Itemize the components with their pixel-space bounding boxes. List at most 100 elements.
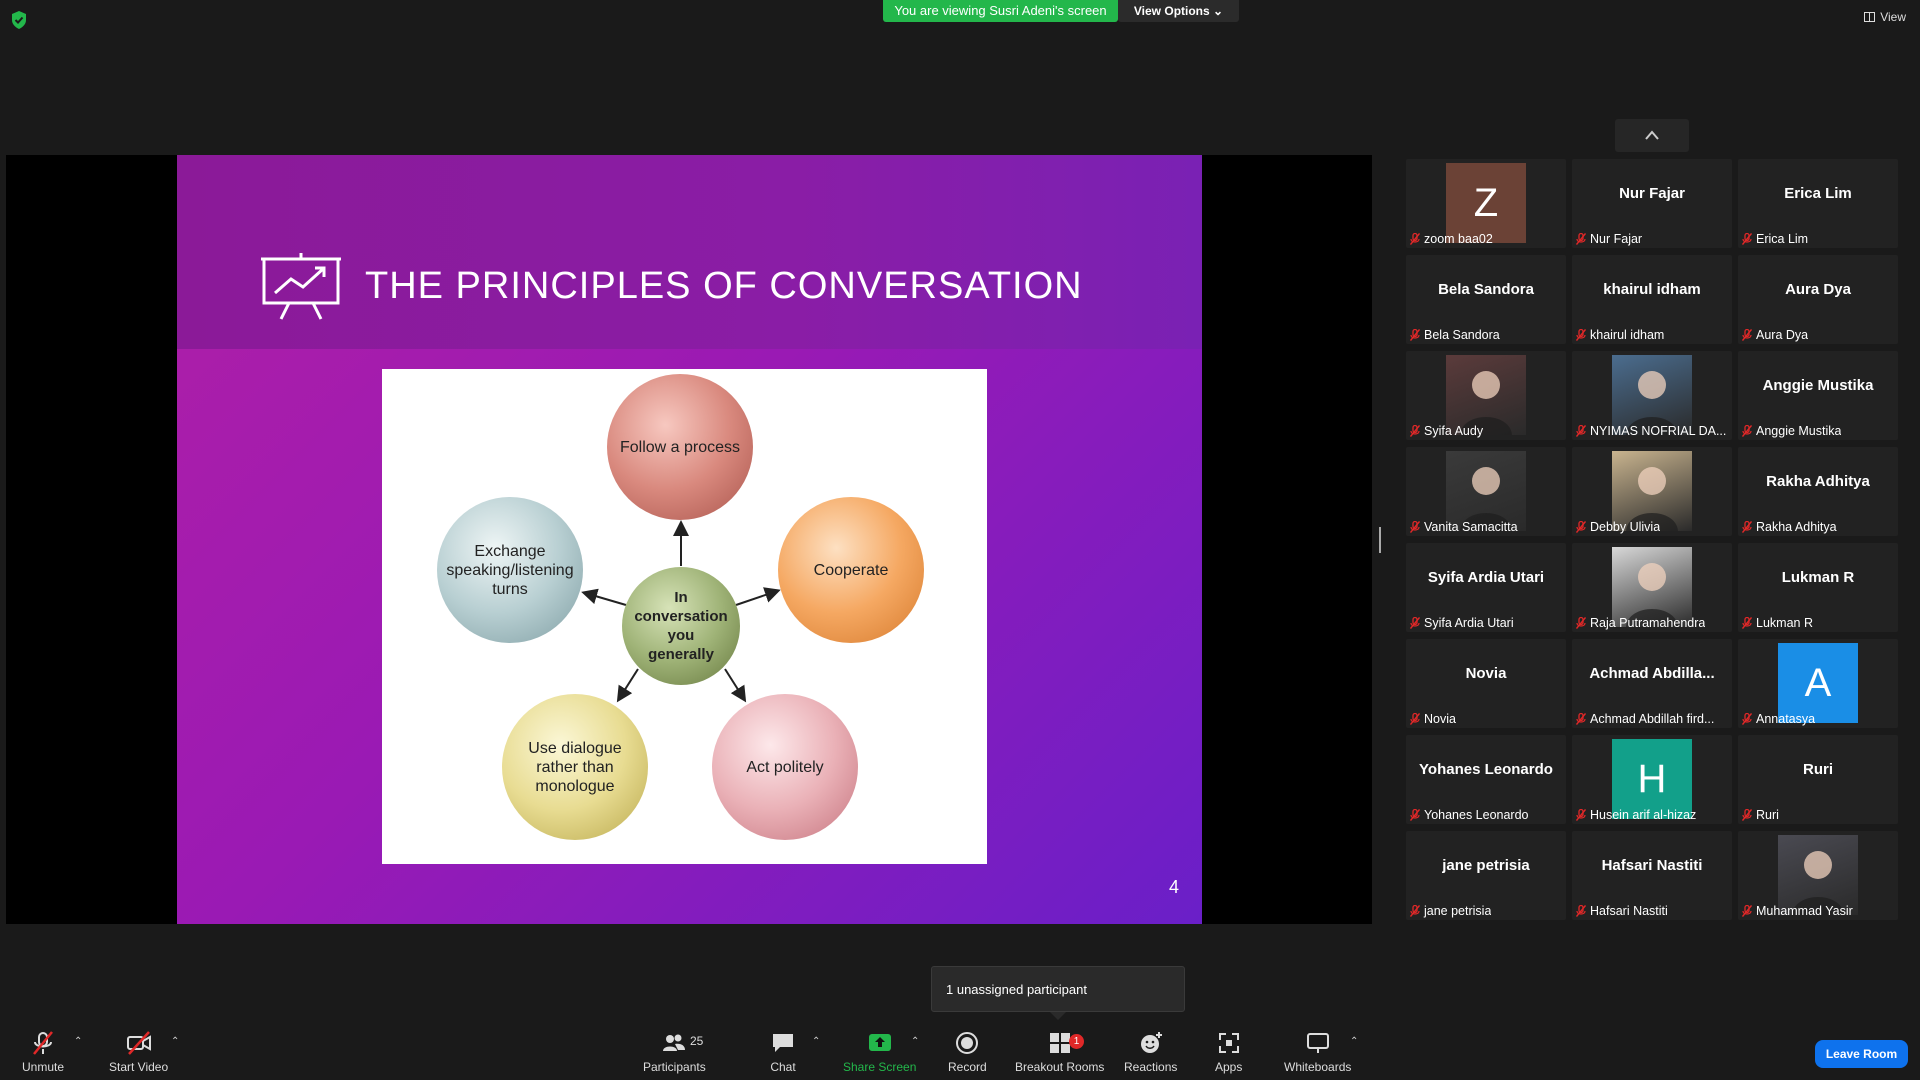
participant-tile[interactable]: H Husein arif al-hizaz	[1572, 735, 1732, 824]
participant-display-name: jane petrisia	[1442, 857, 1530, 874]
participant-tile[interactable]: Bela Sandora Bela Sandora	[1406, 255, 1566, 344]
share-screen-button[interactable]: Share Screen	[843, 1030, 916, 1074]
mic-muted-icon	[1742, 233, 1752, 245]
participant-display-name: Yohanes Leonardo	[1419, 761, 1553, 778]
act-politely-circle: Act politely	[712, 694, 858, 840]
gallery-page-up-button[interactable]	[1615, 119, 1689, 152]
chat-options-caret[interactable]: ⌃	[812, 1036, 820, 1047]
participant-tile[interactable]: jane petrisia jane petrisia	[1406, 831, 1566, 920]
apps-button[interactable]: Apps	[1215, 1030, 1242, 1074]
participant-tile[interactable]: NYIMAS NOFRIAL DA...	[1572, 351, 1732, 440]
record-icon	[956, 1032, 979, 1054]
record-button[interactable]: Record	[948, 1030, 987, 1074]
participant-name-label: zoom baa02	[1410, 232, 1493, 246]
participant-tile[interactable]: Vanita Samacitta	[1406, 447, 1566, 536]
participant-display-name: Syifa Ardia Utari	[1427, 569, 1545, 586]
participant-name-label: Ruri	[1742, 808, 1779, 822]
participant-name-text: Syifa Ardia Utari	[1424, 616, 1514, 630]
participant-tile[interactable]: Nur Fajar Nur Fajar	[1572, 159, 1732, 248]
participant-tile[interactable]: A Annatasya	[1738, 639, 1898, 728]
share-options-caret[interactable]: ⌃	[911, 1036, 919, 1047]
reactions-button[interactable]: Reactions	[1124, 1030, 1177, 1074]
participant-photo	[1612, 451, 1692, 531]
participant-name-label: Erica Lim	[1742, 232, 1808, 246]
participant-tile[interactable]: Rakha Adhitya Rakha Adhitya	[1738, 447, 1898, 536]
participant-tile[interactable]: Yohanes Leonardo Yohanes Leonardo	[1406, 735, 1566, 824]
participant-name-label: Raja Putramahendra	[1576, 616, 1705, 630]
mic-muted-icon	[1576, 521, 1586, 533]
unmute-button[interactable]: Unmute	[22, 1030, 64, 1074]
participant-display-name: Ruri	[1803, 761, 1833, 778]
participant-tile[interactable]: Aura Dya Aura Dya	[1738, 255, 1898, 344]
participant-name-text: Husein arif al-hizaz	[1590, 808, 1697, 822]
participant-tile[interactable]: Anggie Mustika Anggie Mustika	[1738, 351, 1898, 440]
participant-tile[interactable]: Zzoom baa02	[1406, 159, 1566, 248]
mic-muted-icon	[1742, 425, 1752, 437]
participant-display-name: Novia	[1465, 665, 1507, 682]
participant-tile[interactable]: Lukman R Lukman R	[1738, 543, 1898, 632]
participant-tile[interactable]: Hafsari Nastiti Hafsari Nastiti	[1572, 831, 1732, 920]
view-options-label: View Options	[1133, 4, 1210, 18]
unassigned-participant-tooltip[interactable]: 1 unassigned participant	[931, 966, 1185, 1012]
participant-tile[interactable]: Achmad Abdilla... Achmad Abdillah fird...	[1572, 639, 1732, 728]
participant-name-text: Erica Lim	[1756, 232, 1809, 246]
security-shield-icon[interactable]	[10, 10, 28, 30]
mic-muted-icon	[1742, 713, 1752, 725]
participant-name-text: Raja Putramahendra	[1590, 616, 1706, 630]
view-options-button[interactable]: View Options ⌄	[1118, 0, 1239, 22]
participant-tile[interactable]: Syifa Ardia Utari Syifa Ardia Utari	[1406, 543, 1566, 632]
participant-name-label: Lukman R	[1742, 616, 1813, 630]
participant-display-name: khairul idham	[1603, 281, 1701, 298]
participant-name-text: Yohanes Leonardo	[1424, 808, 1529, 822]
participant-name-label: Syifa Audy	[1410, 424, 1483, 438]
whiteboards-options-caret[interactable]: ⌃	[1350, 1036, 1358, 1047]
participant-name-label: Muhammad Yasir	[1742, 904, 1853, 918]
participant-name-label: khairul idham	[1576, 328, 1664, 342]
participant-display-name: Nur Fajar	[1619, 185, 1685, 202]
participant-tile[interactable]: khairul idham khairul idham	[1572, 255, 1732, 344]
share-screen-label: Share Screen	[843, 1060, 917, 1074]
gallery-resize-handle[interactable]	[1379, 527, 1381, 553]
chat-label: Chat	[770, 1060, 796, 1074]
participant-name-text: Debby Ulivia	[1590, 520, 1661, 534]
participant-tile[interactable]: Novia Novia	[1406, 639, 1566, 728]
participant-name-label: Bela Sandora	[1410, 328, 1500, 342]
participant-photo	[1446, 355, 1526, 435]
breakout-rooms-button[interactable]: Breakout Rooms	[1015, 1030, 1104, 1074]
mic-muted-icon	[1742, 617, 1752, 629]
participant-name-text: Ruri	[1756, 808, 1779, 822]
participant-name-text: Anggie Mustika	[1756, 424, 1842, 438]
participant-tile[interactable]: Muhammad Yasir	[1738, 831, 1898, 920]
start-video-button[interactable]: Start Video	[109, 1030, 168, 1074]
view-button[interactable]: View	[1864, 10, 1906, 24]
presentation-slide: THE PRINCIPLES OF CONVERSATION Follow a …	[177, 155, 1202, 924]
leave-room-button[interactable]: Leave Room	[1815, 1040, 1908, 1068]
apps-icon	[1218, 1033, 1239, 1053]
participant-tile[interactable]: Erica Lim Erica Lim	[1738, 159, 1898, 248]
participant-tile[interactable]: Raja Putramahendra	[1572, 543, 1732, 632]
audio-options-caret[interactable]: ⌃	[74, 1036, 82, 1047]
participant-name-label: Novia	[1410, 712, 1456, 726]
video-options-caret[interactable]: ⌃	[171, 1036, 179, 1047]
participant-display-name: Achmad Abdilla...	[1589, 665, 1715, 682]
participant-name-text: Muhammad Yasir	[1756, 904, 1853, 918]
participant-tile[interactable]: Syifa Audy	[1406, 351, 1566, 440]
reactions-label: Reactions	[1124, 1060, 1178, 1074]
use-dialogue-circle: Use dialogue rather than monologue	[502, 694, 648, 840]
unmute-label: Unmute	[22, 1060, 65, 1074]
slide-title: THE PRINCIPLES OF CONVERSATION	[365, 265, 1083, 307]
participant-name-label: Aura Dya	[1742, 328, 1808, 342]
chat-button[interactable]: Chat	[770, 1030, 796, 1074]
participant-tile[interactable]: Ruri Ruri	[1738, 735, 1898, 824]
participant-name-label: NYIMAS NOFRIAL DA...	[1576, 424, 1726, 438]
participant-name-text: Annatasya	[1756, 712, 1816, 726]
participant-name-text: Novia	[1424, 712, 1456, 726]
mic-muted-icon	[1576, 809, 1586, 821]
participant-name-label: Husein arif al-hizaz	[1576, 808, 1696, 822]
participant-tile[interactable]: Debby Ulivia	[1572, 447, 1732, 536]
mic-muted-icon	[1742, 809, 1752, 821]
participant-name-label: Nur Fajar	[1576, 232, 1642, 246]
mic-muted-icon	[1410, 809, 1420, 821]
whiteboards-button[interactable]: Whiteboards	[1284, 1030, 1351, 1074]
reactions-icon	[1140, 1032, 1162, 1053]
